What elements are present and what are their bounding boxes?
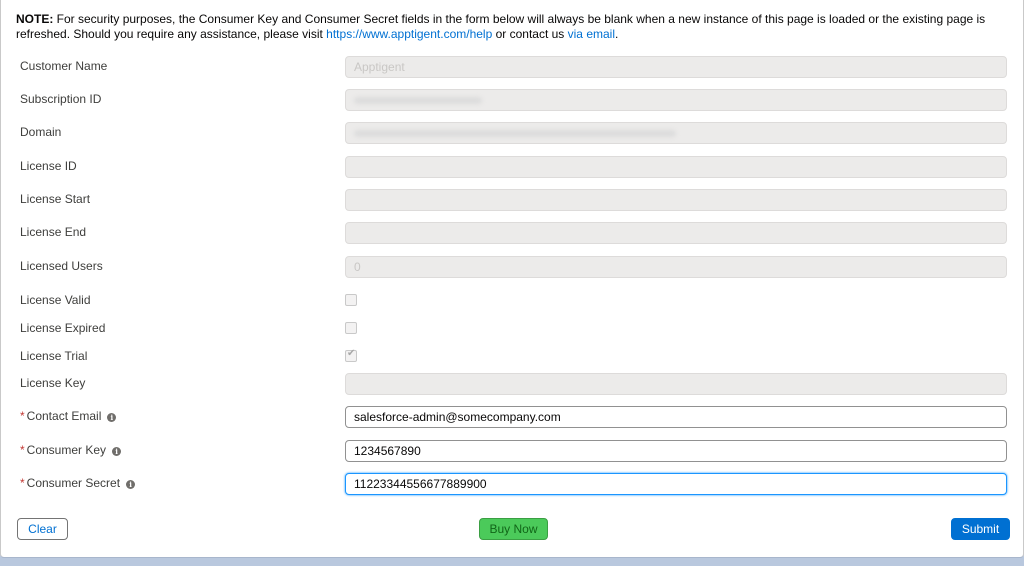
license-id-row: License ID [1, 156, 1024, 180]
domain-row: Domain [1, 122, 1024, 146]
required-marker: * [20, 476, 25, 490]
license-start-row: License Start [1, 189, 1024, 213]
required-marker: * [20, 443, 25, 457]
checkmark-icon: ✔ [347, 348, 356, 359]
license-settings-panel: NOTE: For security purposes, the Consume… [0, 0, 1024, 558]
customer-name-field: Apptigent [345, 56, 1007, 78]
consumer-key-row: * Consumer Key i 1234567890 [1, 440, 1024, 464]
subscription-id-row: Subscription ID [1, 89, 1024, 113]
info-icon[interactable]: i [107, 413, 117, 422]
consumer-key-label: Consumer Key [26, 443, 107, 457]
info-icon[interactable]: i [112, 447, 122, 456]
customer-name-label: Customer Name [20, 59, 108, 73]
license-end-row: License End [1, 222, 1024, 246]
license-start-label: License Start [20, 192, 91, 206]
contact-email-row: * Contact Email i salesforce-admin@somecom… [1, 406, 1024, 430]
domain-field [345, 122, 1007, 144]
required-marker: * [20, 409, 25, 423]
license-trial-checkbox[interactable]: ✔ [345, 348, 357, 362]
customer-name-row: Customer Name Apptigent [1, 56, 1024, 80]
license-valid-row: License Valid [1, 290, 1024, 314]
subscription-id-label: Subscription ID [20, 92, 102, 106]
licensed-users-label: Licensed Users [20, 259, 103, 273]
contact-email-label: Contact Email [26, 409, 102, 423]
consumer-key-input[interactable]: 1234567890 [345, 440, 1007, 462]
submit-button[interactable]: Submit [951, 518, 1010, 540]
consumer-key-label-wrap: * Consumer Key i [20, 440, 122, 464]
note-text-3: . [615, 27, 619, 41]
consumer-secret-label: Consumer Secret [26, 476, 121, 490]
license-valid-label: License Valid [20, 293, 91, 307]
info-icon[interactable]: i [126, 480, 136, 489]
license-end-field [345, 222, 1007, 244]
license-id-field [345, 156, 1007, 178]
license-start-field [345, 189, 1007, 211]
contact-email-input[interactable]: salesforce-admin@somecompany.com [345, 406, 1007, 428]
license-trial-row: License Trial ✔ [1, 346, 1024, 370]
security-note: NOTE: For security purposes, the Consume… [16, 12, 1006, 42]
license-trial-label: License Trial [20, 349, 88, 363]
licensed-users-row: Licensed Users 0 [1, 256, 1024, 280]
domain-label: Domain [20, 125, 62, 139]
license-key-row: License Key [1, 373, 1024, 397]
license-expired-checkbox[interactable] [345, 322, 357, 334]
license-id-label: License ID [20, 159, 77, 173]
licensed-users-field: 0 [345, 256, 1007, 278]
license-key-label: License Key [20, 376, 86, 390]
license-key-field [345, 373, 1007, 395]
redacted-value [354, 97, 482, 104]
consumer-secret-label-wrap: * Consumer Secret i [20, 473, 136, 497]
email-link[interactable]: via email [568, 27, 615, 41]
clear-button[interactable]: Clear [17, 518, 68, 540]
help-link[interactable]: https://www.apptigent.com/help [326, 27, 492, 41]
license-expired-row: License Expired [1, 318, 1024, 342]
redacted-value [354, 130, 676, 137]
subscription-id-field [345, 89, 1007, 111]
license-valid-checkbox[interactable] [345, 294, 357, 306]
license-end-label: License End [20, 225, 87, 239]
note-prefix: NOTE: [16, 12, 54, 26]
consumer-secret-row: * Consumer Secret i 11223344556677889900 [1, 473, 1024, 497]
contact-email-label-wrap: * Contact Email i [20, 406, 117, 430]
consumer-secret-input[interactable]: 11223344556677889900 [345, 473, 1007, 495]
note-text-2: or contact us [492, 27, 568, 41]
license-expired-label: License Expired [20, 321, 106, 335]
buy-now-button[interactable]: Buy Now [479, 518, 548, 540]
